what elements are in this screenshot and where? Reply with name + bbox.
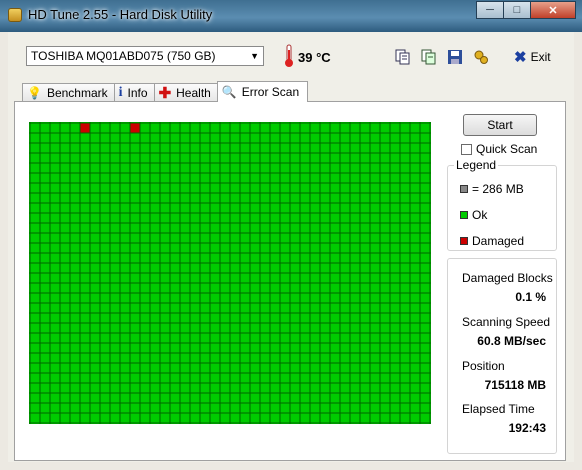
error-scan-panel: Start Quick Scan Legend = 286 MB Ok Dama…: [14, 101, 566, 461]
temperature-readout: 39 °C: [298, 50, 331, 65]
drive-select[interactable]: TOSHIBA MQ01ABD075 (750 GB) ▼: [26, 46, 264, 66]
damaged-blocks-value: 0.1 %: [515, 290, 546, 304]
health-cross-icon: ✚: [158, 85, 172, 102]
legend-label: Damaged: [472, 234, 525, 248]
toolbar: TOSHIBA MQ01ABD075 (750 GB) ▼ 39 °C ✖ Ex…: [8, 32, 574, 80]
legend-item-block-size: = 286 MB: [460, 182, 524, 196]
tab-label: Info: [127, 86, 148, 100]
legend-item-ok: Ok: [460, 208, 487, 222]
scan-stats-group: Damaged Blocks 0.1 % Scanning Speed 60.8…: [447, 258, 557, 454]
close-icon: ✕: [548, 4, 558, 17]
elapsed-time-value: 192:43: [508, 421, 546, 435]
position-value: 715118 MB: [484, 378, 546, 392]
legend-title: Legend: [454, 158, 499, 172]
title-bar[interactable]: HD Tune 2.55 - Hard Disk Utility ─ □ ✕: [0, 0, 582, 32]
scanning-speed-label: Scanning Speed: [462, 315, 551, 329]
tab-info[interactable]: i Info: [113, 83, 155, 102]
start-button[interactable]: Start: [463, 114, 537, 136]
window-title: HD Tune 2.55 - Hard Disk Utility: [28, 7, 213, 22]
close-button[interactable]: ✕: [530, 1, 576, 19]
magnifier-icon: 🔍: [221, 85, 237, 99]
tab-label: Health: [176, 86, 211, 100]
legend-item-damaged: Damaged: [460, 234, 524, 248]
save-button[interactable]: [446, 48, 464, 66]
copy-info-button[interactable]: [394, 48, 412, 66]
quick-scan-label: Quick Scan: [476, 142, 538, 156]
info-icon: i: [118, 85, 123, 100]
legend-swatch: [460, 185, 468, 193]
tab-health[interactable]: ✚ Health: [153, 83, 218, 102]
window-controls: ─ □ ✕: [476, 1, 576, 19]
tab-error-scan[interactable]: 🔍 Error Scan: [216, 81, 309, 102]
damaged-block: [80, 123, 90, 133]
damaged-blocks-label: Damaged Blocks: [462, 271, 553, 285]
legend-label: Ok: [472, 208, 488, 222]
tab-label: Benchmark: [46, 86, 108, 100]
tab-strip: 💡 Benchmark i Info ✚ Health 🔍 Error Scan: [22, 81, 309, 102]
options-button[interactable]: [472, 48, 490, 66]
exit-label: Exit: [530, 50, 551, 64]
drive-select-value: TOSHIBA MQ01ABD075 (750 GB): [31, 49, 216, 63]
scanning-speed-value: 60.8 MB/sec: [477, 334, 546, 348]
scan-block-grid: [29, 122, 431, 424]
minimize-button[interactable]: ─: [476, 1, 504, 19]
tab-benchmark[interactable]: 💡 Benchmark: [22, 83, 115, 102]
bulb-icon: 💡: [27, 86, 42, 100]
checkbox-box[interactable]: [461, 143, 472, 155]
elapsed-time-label: Elapsed Time: [462, 402, 535, 416]
app-window: HD Tune 2.55 - Hard Disk Utility ─ □ ✕ T…: [0, 0, 582, 470]
app-icon: [8, 8, 22, 22]
legend-label: = 286 MB: [472, 182, 524, 196]
maximize-button[interactable]: □: [503, 1, 531, 19]
copy-screenshot-button[interactable]: [420, 48, 438, 66]
legend-group: Legend = 286 MB Ok Damaged: [447, 158, 557, 251]
copy-screen-icon: [421, 49, 436, 65]
minimize-icon: ─: [486, 4, 494, 16]
thermometer-icon: [285, 44, 293, 67]
tab-label: Error Scan: [241, 85, 300, 99]
exit-icon: ✖: [514, 49, 527, 66]
quick-scan-checkbox[interactable]: Quick Scan: [461, 142, 537, 156]
legend-swatch: [460, 237, 468, 245]
dropdown-arrow-icon: ▼: [250, 51, 259, 61]
save-icon: [448, 50, 462, 64]
copy-icon: [395, 49, 410, 65]
damaged-block: [130, 123, 140, 133]
gears-icon: [474, 50, 488, 64]
maximize-icon: □: [513, 4, 521, 16]
position-label: Position: [462, 359, 505, 373]
exit-button[interactable]: ✖ Exit: [514, 48, 551, 66]
client-area: TOSHIBA MQ01ABD075 (750 GB) ▼ 39 °C ✖ Ex…: [8, 32, 574, 462]
scan-map: [29, 122, 431, 424]
legend-swatch: [460, 211, 468, 219]
